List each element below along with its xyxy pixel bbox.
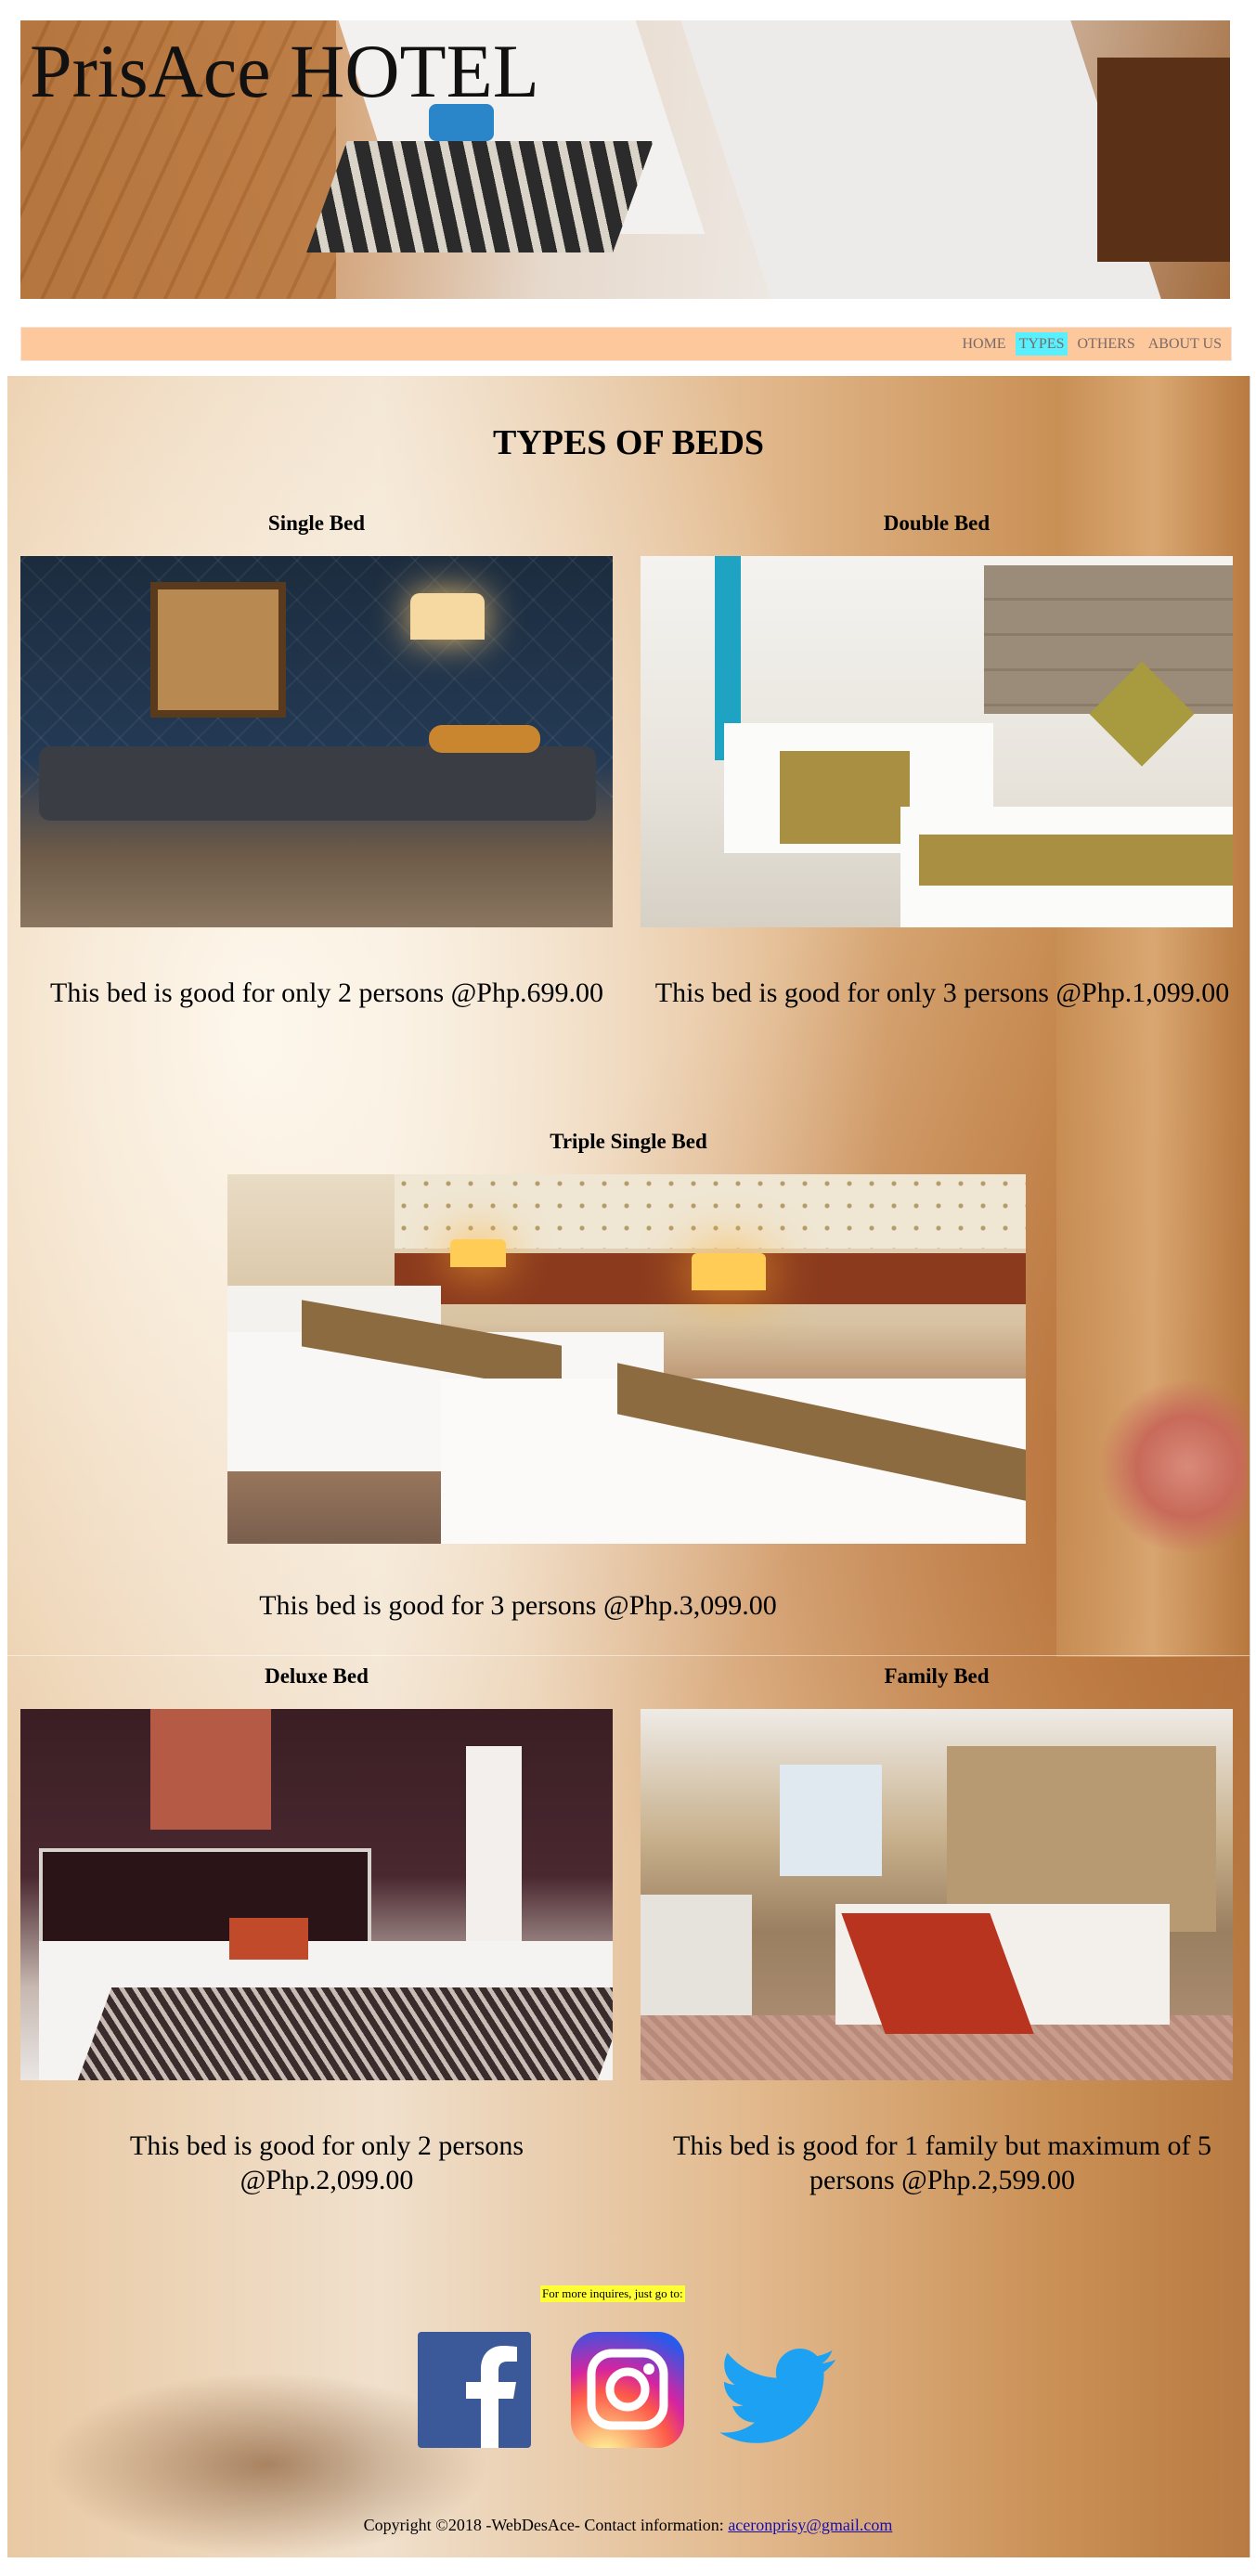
bed-title-family: Family Bed (884, 1664, 990, 1688)
twitter-icon[interactable] (719, 2347, 839, 2449)
footer-copyright: Copyright ©2018 -WebDesAce- Contact info… (0, 2515, 1256, 2535)
nav-bar: HOME TYPES OTHERS ABOUT US (20, 327, 1232, 361)
nav-item-home[interactable]: HOME (958, 332, 1009, 356)
bed-title-double: Double Bed (883, 511, 991, 535)
banner-bench (306, 141, 654, 252)
bed-photo-deluxe (20, 1709, 613, 2080)
nav-item-types[interactable]: TYPES (1015, 332, 1068, 356)
bed-description-double: This bed is good for only 3 persons @Php… (654, 977, 1230, 1008)
site-title: PrisAce HOTEL (30, 29, 539, 113)
bed-photo-triple (227, 1174, 1026, 1544)
inquiry-note: For more inquires, just go to: (540, 2285, 685, 2302)
header-banner: PrisAce HOTEL (20, 20, 1230, 299)
bed-title-deluxe: Deluxe Bed (265, 1664, 369, 1688)
bed-title-triple: Triple Single Bed (550, 1130, 707, 1153)
page-heading: TYPES OF BEDS (492, 423, 765, 462)
contact-email-link[interactable]: aceronprisy@gmail.com (728, 2516, 892, 2534)
banner-bed-right (680, 20, 1161, 299)
section-divider (7, 1655, 1250, 1656)
background-hand (1098, 1379, 1247, 1555)
copyright-text: Copyright ©2018 -WebDesAce- Contact info… (363, 2516, 729, 2534)
bed-photo-family (641, 1709, 1233, 2080)
bed-photo-single (20, 556, 613, 927)
nav-list: HOME TYPES OTHERS ABOUT US (958, 332, 1225, 356)
main-content: TYPES OF BEDS Single Bed This bed is goo… (7, 376, 1250, 2557)
bed-description-triple: This bed is good for 3 persons @Php.3,09… (259, 1590, 777, 1621)
bed-title-single: Single Bed (267, 511, 366, 535)
instagram-icon[interactable] (571, 2332, 684, 2448)
nav-item-about-us[interactable]: ABOUT US (1145, 332, 1225, 356)
bed-description-single: This bed is good for only 2 persons @Php… (50, 977, 603, 1008)
bed-photo-double (641, 556, 1233, 927)
banner-nightstand (1097, 58, 1230, 262)
bed-description-deluxe: This bed is good for only 2 persons @Php… (129, 2130, 524, 2195)
bed-description-family: This bed is good for 1 family but maximu… (673, 2130, 1211, 2195)
facebook-icon[interactable] (418, 2332, 531, 2448)
nav-item-others[interactable]: OTHERS (1073, 332, 1138, 356)
